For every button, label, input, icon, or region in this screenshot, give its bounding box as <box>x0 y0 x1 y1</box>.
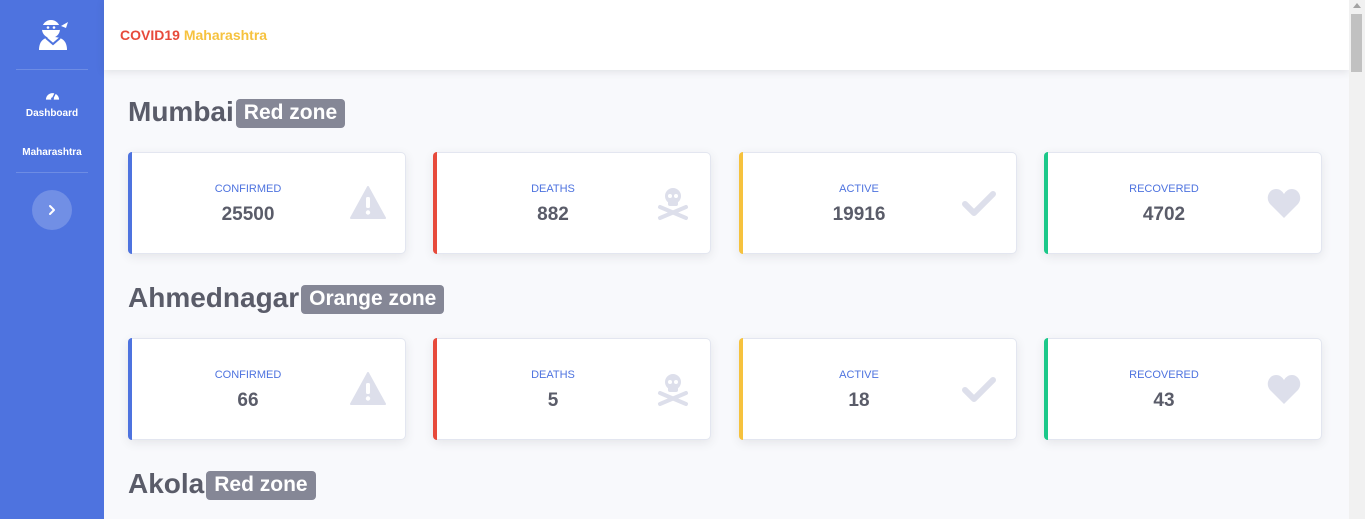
stat-value: 25500 <box>221 204 275 225</box>
stat-value: 19916 <box>832 204 886 225</box>
card-accent <box>433 338 437 440</box>
sidebar-toggle-button[interactable] <box>32 190 72 230</box>
stat-label: ACTIVE <box>839 183 879 195</box>
card-accent <box>1044 152 1048 254</box>
stat-value: 18 <box>848 390 870 411</box>
check-icon <box>962 191 996 216</box>
tachometer-icon <box>45 92 60 101</box>
check-icon <box>962 377 996 402</box>
page-title[interactable]: COVID19 Maharashtra <box>120 27 267 43</box>
sidebar-item-label: Maharashtra <box>22 147 82 158</box>
stat-card-confirmed: CONFIRMED 66 <box>128 338 406 440</box>
stat-label: DEATHS <box>531 369 575 381</box>
title-covid: COVID19 <box>120 27 180 43</box>
ninja-user-icon[interactable] <box>35 16 71 52</box>
district-name: Ahmednagar <box>128 282 300 313</box>
stat-card-deaths: DEATHS 882 <box>433 152 711 254</box>
stat-value: 4702 <box>1142 204 1186 225</box>
exclamation-triangle-icon <box>350 372 386 405</box>
skull-crossbones-icon <box>658 374 688 406</box>
stat-card-recovered: RECOVERED 43 <box>1044 338 1322 440</box>
card-accent <box>128 152 132 254</box>
skull-crossbones-icon <box>658 188 688 220</box>
sidebar-item-dashboard[interactable]: Dashboard <box>0 108 104 119</box>
stat-value: 43 <box>1153 390 1175 411</box>
card-accent <box>128 338 132 440</box>
district-heading-mumbai: Mumbai Red zone <box>128 96 346 129</box>
topbar: COVID19 Maharashtra <box>104 0 1349 70</box>
sidebar-divider <box>16 172 88 173</box>
sidebar-divider <box>16 69 88 70</box>
chevron-right-icon <box>49 205 55 215</box>
stat-value: 66 <box>237 390 259 411</box>
district-name: Mumbai <box>128 96 234 127</box>
scroll-thumb[interactable] <box>1351 14 1362 72</box>
zone-badge: Red zone <box>235 99 346 129</box>
title-state: Maharashtra <box>183 27 268 43</box>
stat-value: 882 <box>537 204 569 225</box>
heart-icon <box>1267 375 1301 404</box>
stat-label: CONFIRMED <box>214 369 282 381</box>
stat-label: CONFIRMED <box>214 183 282 195</box>
card-accent <box>739 152 743 254</box>
district-name: Akola <box>128 468 205 499</box>
zone-badge: Red zone <box>206 471 316 501</box>
stat-card-active: ACTIVE 19916 <box>739 152 1017 254</box>
district-heading-akola: Akola Red zone <box>128 468 316 501</box>
stat-label: ACTIVE <box>839 369 879 381</box>
scroll-up-arrow-icon[interactable] <box>1353 3 1361 8</box>
stat-card-deaths: DEATHS 5 <box>433 338 711 440</box>
sidebar-item-label: Dashboard <box>25 108 79 119</box>
district-heading-ahmednagar: Ahmednagar Orange zone <box>128 282 445 315</box>
stat-card-active: ACTIVE 18 <box>739 338 1017 440</box>
card-accent <box>1044 338 1048 440</box>
exclamation-triangle-icon <box>350 186 386 219</box>
card-accent <box>739 338 743 440</box>
stat-value: 5 <box>547 390 559 411</box>
sidebar-item-maharashtra[interactable]: Maharashtra <box>0 147 104 158</box>
scrollbar[interactable] <box>1349 0 1365 519</box>
stat-card-recovered: RECOVERED 4702 <box>1044 152 1322 254</box>
stat-card-confirmed: CONFIRMED 25500 <box>128 152 406 254</box>
sidebar: Dashboard Maharashtra <box>0 0 104 519</box>
stat-label: RECOVERED <box>1129 369 1199 381</box>
card-accent <box>433 152 437 254</box>
heart-icon <box>1267 189 1301 218</box>
stat-label: RECOVERED <box>1129 183 1199 195</box>
stat-label: DEATHS <box>531 183 575 195</box>
zone-badge: Orange zone <box>301 285 445 315</box>
